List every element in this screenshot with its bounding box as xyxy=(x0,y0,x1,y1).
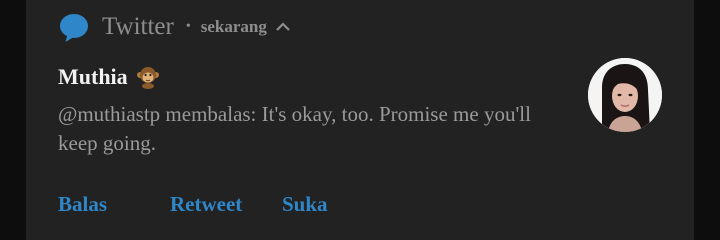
reply-button[interactable]: Balas xyxy=(58,192,107,217)
separator-dot: • xyxy=(185,19,191,34)
like-button[interactable]: Suka xyxy=(282,192,328,217)
retweet-button[interactable]: Retweet xyxy=(170,192,242,217)
avatar xyxy=(588,58,662,132)
notification-body: @muthiastp membalas: It's okay, too. Pro… xyxy=(58,102,531,155)
chevron-up-icon[interactable] xyxy=(275,19,291,35)
notification-title: Muthia xyxy=(58,64,160,90)
notification-header[interactable]: Twitter • sekarang xyxy=(58,10,291,44)
speech-bubble-icon xyxy=(58,11,90,43)
sender-name: Muthia xyxy=(58,64,128,89)
app-name: Twitter xyxy=(102,13,174,40)
notification-card[interactable]: Twitter • sekarang Muthia @muthiastp mem… xyxy=(26,0,694,240)
monkey-icon xyxy=(136,65,160,89)
timestamp: sekarang xyxy=(200,17,267,36)
